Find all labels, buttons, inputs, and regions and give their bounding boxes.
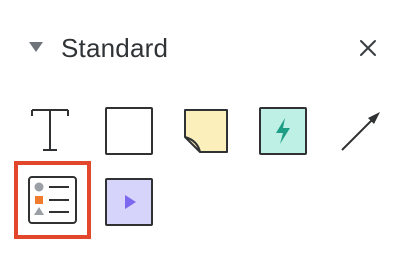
- arrow-icon: [341, 112, 380, 151]
- close-icon: [360, 40, 376, 56]
- list-shape-button[interactable]: [28, 176, 77, 224]
- lightning-icon: [276, 118, 290, 144]
- collapse-toggle-button[interactable]: [26, 38, 46, 58]
- arrow-line-shape-button[interactable]: [338, 110, 382, 154]
- text-icon: [31, 109, 69, 151]
- sticky-note-icon: [184, 109, 228, 153]
- list-shape-selected-highlight[interactable]: [14, 161, 91, 239]
- panel-header: Standard: [0, 0, 400, 96]
- text-shape-button[interactable]: [28, 106, 72, 154]
- action-shape-button[interactable]: [259, 107, 307, 155]
- video-shape-button[interactable]: [105, 178, 153, 226]
- collapse-triangle-icon: [29, 42, 43, 52]
- sticky-note-shape-button[interactable]: [182, 107, 230, 155]
- play-icon: [125, 195, 136, 209]
- list-icon: [34, 182, 69, 215]
- section-title: Standard: [61, 33, 169, 63]
- close-button[interactable]: [356, 36, 380, 60]
- rectangle-shape-button[interactable]: [105, 107, 153, 155]
